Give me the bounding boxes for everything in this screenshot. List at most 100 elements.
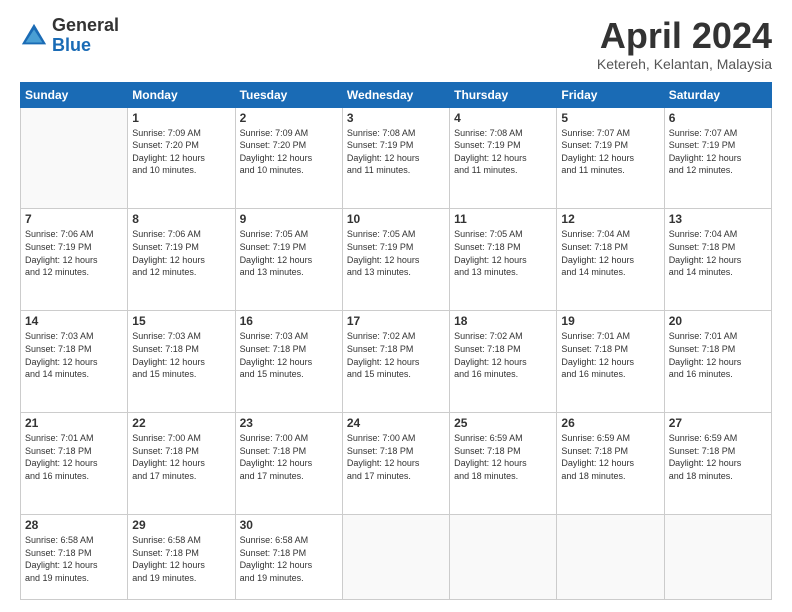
table-row: 2 Sunrise: 7:09 AMSunset: 7:20 PMDaylight… — [235, 107, 342, 209]
day-number: 11 — [454, 212, 552, 226]
logo: General Blue — [20, 16, 119, 56]
table-row: 3 Sunrise: 7:08 AMSunset: 7:19 PMDaylight… — [342, 107, 449, 209]
month-title: April 2024 — [597, 16, 772, 56]
day-info: Sunrise: 7:01 AMSunset: 7:18 PMDaylight:… — [25, 432, 123, 482]
table-row — [342, 515, 449, 600]
day-info: Sunrise: 7:09 AMSunset: 7:20 PMDaylight:… — [240, 127, 338, 177]
table-row: 22 Sunrise: 7:00 AMSunset: 7:18 PMDayligh… — [128, 413, 235, 515]
table-row: 4 Sunrise: 7:08 AMSunset: 7:19 PMDaylight… — [450, 107, 557, 209]
day-number: 29 — [132, 518, 230, 532]
table-row: 14Sunrise: 7:03 AMSunset: 7:18 PMDayligh… — [21, 311, 128, 413]
col-thursday: Thursday — [450, 82, 557, 107]
day-number: 26 — [561, 416, 659, 430]
table-row: 21 Sunrise: 7:01 AMSunset: 7:18 PMDayligh… — [21, 413, 128, 515]
table-row: 1Sunrise: 7:09 AMSunset: 7:20 PMDaylight… — [128, 107, 235, 209]
day-info: Sunrise: 7:05 AMSunset: 7:19 PMDaylight:… — [347, 228, 445, 278]
header: General Blue April 2024 Ketereh, Kelanta… — [20, 16, 772, 72]
table-row: 5 Sunrise: 7:07 AMSunset: 7:19 PMDaylight… — [557, 107, 664, 209]
day-info: Sunrise: 7:04 AMSunset: 7:18 PMDaylight:… — [561, 228, 659, 278]
table-row: 30Sunrise: 6:58 AMSunset: 7:18 PMDayligh… — [235, 515, 342, 600]
col-saturday: Saturday — [664, 82, 771, 107]
calendar-week-row: 7 Sunrise: 7:06 AMSunset: 7:19 PMDaylight… — [21, 209, 772, 311]
day-info: Sunrise: 7:00 AMSunset: 7:18 PMDaylight:… — [347, 432, 445, 482]
logo-blue-text: Blue — [52, 36, 119, 56]
day-info: Sunrise: 7:01 AMSunset: 7:18 PMDaylight:… — [561, 330, 659, 380]
logo-text: General Blue — [52, 16, 119, 56]
day-number: 21 — [25, 416, 123, 430]
table-row: 18 Sunrise: 7:02 AMSunset: 7:18 PMDayligh… — [450, 311, 557, 413]
table-row: 11 Sunrise: 7:05 AMSunset: 7:18 PMDayligh… — [450, 209, 557, 311]
day-number: 10 — [347, 212, 445, 226]
calendar-table: Sunday Monday Tuesday Wednesday Thursday… — [20, 82, 772, 600]
day-number: 17 — [347, 314, 445, 328]
calendar-week-row: 14 Sunrise: 7:03 AMSunset: 7:18 PMDayligh… — [21, 311, 772, 413]
day-info: Sunrise: 7:08 AMSunset: 7:19 PMDaylight:… — [454, 127, 552, 177]
table-row: 12 Sunrise: 7:04 AMSunset: 7:18 PMDayligh… — [557, 209, 664, 311]
day-number: 16 — [240, 314, 338, 328]
location: Ketereh, Kelantan, Malaysia — [597, 56, 772, 72]
day-info: Sunrise: 7:08 AMSunset: 7:19 PMDaylight:… — [347, 127, 445, 177]
table-row: 10 Sunrise: 7:05 AMSunset: 7:19 PMDayligh… — [342, 209, 449, 311]
day-number: 15 — [132, 314, 230, 328]
table-row: 8 Sunrise: 7:06 AMSunset: 7:19 PMDaylight… — [128, 209, 235, 311]
day-number: 23 — [240, 416, 338, 430]
page: General Blue April 2024 Ketereh, Kelanta… — [0, 0, 792, 612]
day-number: 14 — [25, 314, 123, 328]
day-number: 13 — [669, 212, 767, 226]
day-number: 4 — [454, 111, 552, 125]
day-info: Sunrise: 7:00 AMSunset: 7:18 PMDaylight:… — [132, 432, 230, 482]
day-number: 9 — [240, 212, 338, 226]
day-number: 28 — [25, 518, 123, 532]
day-number: 24 — [347, 416, 445, 430]
day-info: Sunrise: 7:02 AMSunset: 7:18 PMDaylight:… — [454, 330, 552, 380]
col-wednesday: Wednesday — [342, 82, 449, 107]
table-row — [664, 515, 771, 600]
day-info: Sunrise: 7:03 AMSunset: 7:18 PMDaylight:… — [132, 330, 230, 380]
table-row: 23Sunrise: 7:00 AMSunset: 7:18 PMDayligh… — [235, 413, 342, 515]
day-number: 22 — [132, 416, 230, 430]
table-row — [21, 107, 128, 209]
table-row: 24 Sunrise: 7:00 AMSunset: 7:18 PMDayligh… — [342, 413, 449, 515]
day-info: Sunrise: 6:59 AMSunset: 7:18 PMDaylight:… — [454, 432, 552, 482]
col-tuesday: Tuesday — [235, 82, 342, 107]
logo-general-text: General — [52, 16, 119, 36]
day-info: Sunrise: 7:02 AMSunset: 7:18 PMDaylight:… — [347, 330, 445, 380]
day-number: 1 — [132, 111, 230, 125]
col-sunday: Sunday — [21, 82, 128, 107]
day-number: 5 — [561, 111, 659, 125]
day-number: 7 — [25, 212, 123, 226]
table-row: 28 Sunrise: 6:58 AMSunset: 7:18 PMDayligh… — [21, 515, 128, 600]
day-number: 6 — [669, 111, 767, 125]
table-row: 20 Sunrise: 7:01 AMSunset: 7:18 PMDayligh… — [664, 311, 771, 413]
day-number: 25 — [454, 416, 552, 430]
table-row: 16Sunrise: 7:03 AMSunset: 7:18 PMDayligh… — [235, 311, 342, 413]
table-row: 13 Sunrise: 7:04 AMSunset: 7:18 PMDayligh… — [664, 209, 771, 311]
day-number: 3 — [347, 111, 445, 125]
table-row: 6Sunrise: 7:07 AMSunset: 7:19 PMDaylight… — [664, 107, 771, 209]
day-number: 20 — [669, 314, 767, 328]
day-info: Sunrise: 7:04 AMSunset: 7:18 PMDaylight:… — [669, 228, 767, 278]
table-row — [450, 515, 557, 600]
day-info: Sunrise: 6:59 AMSunset: 7:18 PMDaylight:… — [561, 432, 659, 482]
calendar-week-row: 1 Sunrise: 7:09 AMSunset: 7:20 PMDaylight… — [21, 107, 772, 209]
day-number: 18 — [454, 314, 552, 328]
table-row: 9 Sunrise: 7:05 AMSunset: 7:19 PMDaylight… — [235, 209, 342, 311]
table-row: 19Sunrise: 7:01 AMSunset: 7:18 PMDayligh… — [557, 311, 664, 413]
day-info: Sunrise: 7:01 AMSunset: 7:18 PMDaylight:… — [669, 330, 767, 380]
day-number: 12 — [561, 212, 659, 226]
table-row: 17 Sunrise: 7:02 AMSunset: 7:18 PMDayligh… — [342, 311, 449, 413]
table-row — [557, 515, 664, 600]
day-info: Sunrise: 7:05 AMSunset: 7:18 PMDaylight:… — [454, 228, 552, 278]
day-info: Sunrise: 6:58 AMSunset: 7:18 PMDaylight:… — [25, 534, 123, 584]
day-info: Sunrise: 6:59 AMSunset: 7:18 PMDaylight:… — [669, 432, 767, 482]
day-info: Sunrise: 6:58 AMSunset: 7:18 PMDaylight:… — [132, 534, 230, 584]
col-monday: Monday — [128, 82, 235, 107]
table-row: 25 Sunrise: 6:59 AMSunset: 7:18 PMDayligh… — [450, 413, 557, 515]
table-row: 26 Sunrise: 6:59 AMSunset: 7:18 PMDayligh… — [557, 413, 664, 515]
title-section: April 2024 Ketereh, Kelantan, Malaysia — [597, 16, 772, 72]
day-info: Sunrise: 7:07 AMSunset: 7:19 PMDaylight:… — [561, 127, 659, 177]
day-info: Sunrise: 7:05 AMSunset: 7:19 PMDaylight:… — [240, 228, 338, 278]
day-number: 2 — [240, 111, 338, 125]
day-info: Sunrise: 7:06 AMSunset: 7:19 PMDaylight:… — [132, 228, 230, 278]
day-number: 8 — [132, 212, 230, 226]
